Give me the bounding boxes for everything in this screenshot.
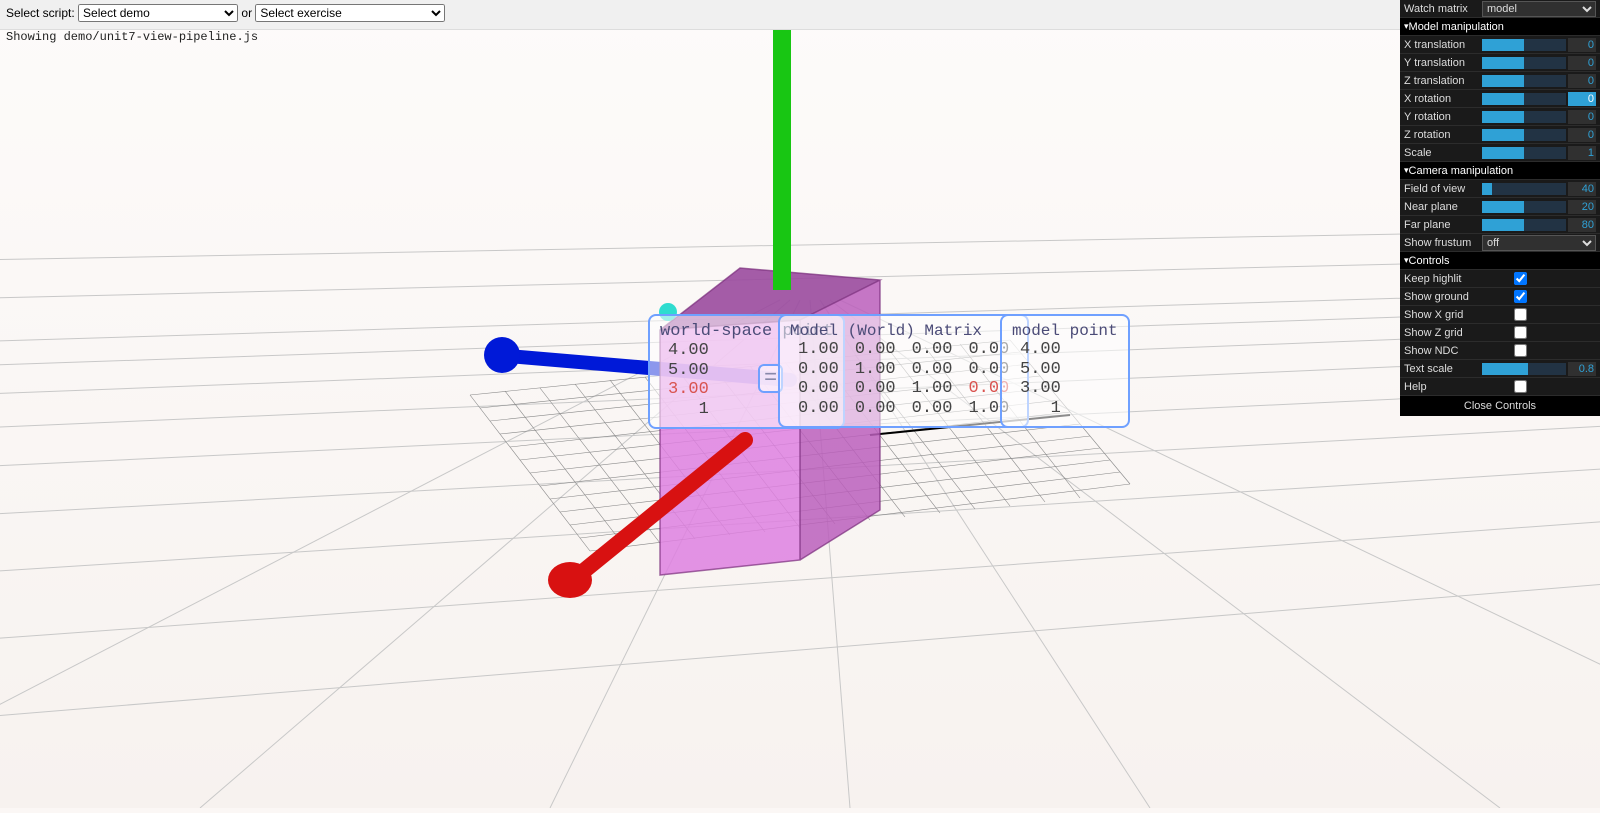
panel-title: Model (World) Matrix	[790, 322, 982, 340]
panel-model-point: model point 4.00 5.00 3.00 1	[1000, 314, 1130, 428]
check-show-x-grid: Show X grid	[1400, 306, 1600, 324]
section-model[interactable]: Model manipulation	[1400, 18, 1600, 36]
checkbox-show-ground[interactable]	[1514, 290, 1527, 303]
slider-near[interactable]: Near plane 20	[1400, 198, 1600, 216]
check-show-ground: Show ground	[1400, 288, 1600, 306]
show-frustum-row: Show frustum off	[1400, 234, 1600, 252]
select-script-label: Select script:	[6, 6, 75, 20]
section-controls[interactable]: Controls	[1400, 252, 1600, 270]
slider-scale[interactable]: Scale 1	[1400, 144, 1600, 162]
section-camera[interactable]: Camera manipulation	[1400, 162, 1600, 180]
slider-z-rotation[interactable]: Z rotation 0	[1400, 126, 1600, 144]
select-exercise[interactable]: Select exercise	[255, 4, 445, 22]
watch-matrix-row: Watch matrix model	[1400, 0, 1600, 18]
panel-model-matrix: Model (World) Matrix 1.000.000.000.00 0.…	[778, 314, 1029, 428]
checkbox-show-x-grid[interactable]	[1514, 308, 1527, 321]
checkbox-keep-highlit[interactable]	[1514, 272, 1527, 285]
toolbar: Select script: Select demo or Select exe…	[0, 0, 1600, 30]
check-help: Help	[1400, 378, 1600, 396]
checkbox-show-z-grid[interactable]	[1514, 326, 1527, 339]
select-demo[interactable]: Select demo	[78, 4, 238, 22]
or-label: or	[241, 6, 252, 20]
slider-fov[interactable]: Field of view 40	[1400, 180, 1600, 198]
check-show-ndc: Show NDC	[1400, 342, 1600, 360]
checkbox-help[interactable]	[1514, 380, 1527, 393]
slider-x-rotation[interactable]: X rotation 0	[1400, 90, 1600, 108]
close-controls-button[interactable]: Close Controls	[1400, 396, 1600, 416]
slider-y-rotation[interactable]: Y rotation 0	[1400, 108, 1600, 126]
check-keep-highlit: Keep highlit	[1400, 270, 1600, 288]
slider-text-scale[interactable]: Text scale 0.8	[1400, 360, 1600, 378]
slider-far[interactable]: Far plane 80	[1400, 216, 1600, 234]
status-line: Showing demo/unit7-view-pipeline.js	[6, 30, 258, 44]
check-show-z-grid: Show Z grid	[1400, 324, 1600, 342]
show-frustum-select[interactable]: off	[1482, 235, 1596, 251]
slider-z-translation[interactable]: Z translation 0	[1400, 72, 1600, 90]
checkbox-show-ndc[interactable]	[1514, 344, 1527, 357]
slider-y-translation[interactable]: Y translation 0	[1400, 54, 1600, 72]
slider-x-translation[interactable]: X translation 0	[1400, 36, 1600, 54]
panel-title: model point	[1012, 322, 1118, 340]
watch-matrix-select[interactable]: model	[1482, 1, 1596, 17]
gui-panel: Watch matrix model Model manipulation X …	[1400, 0, 1600, 416]
